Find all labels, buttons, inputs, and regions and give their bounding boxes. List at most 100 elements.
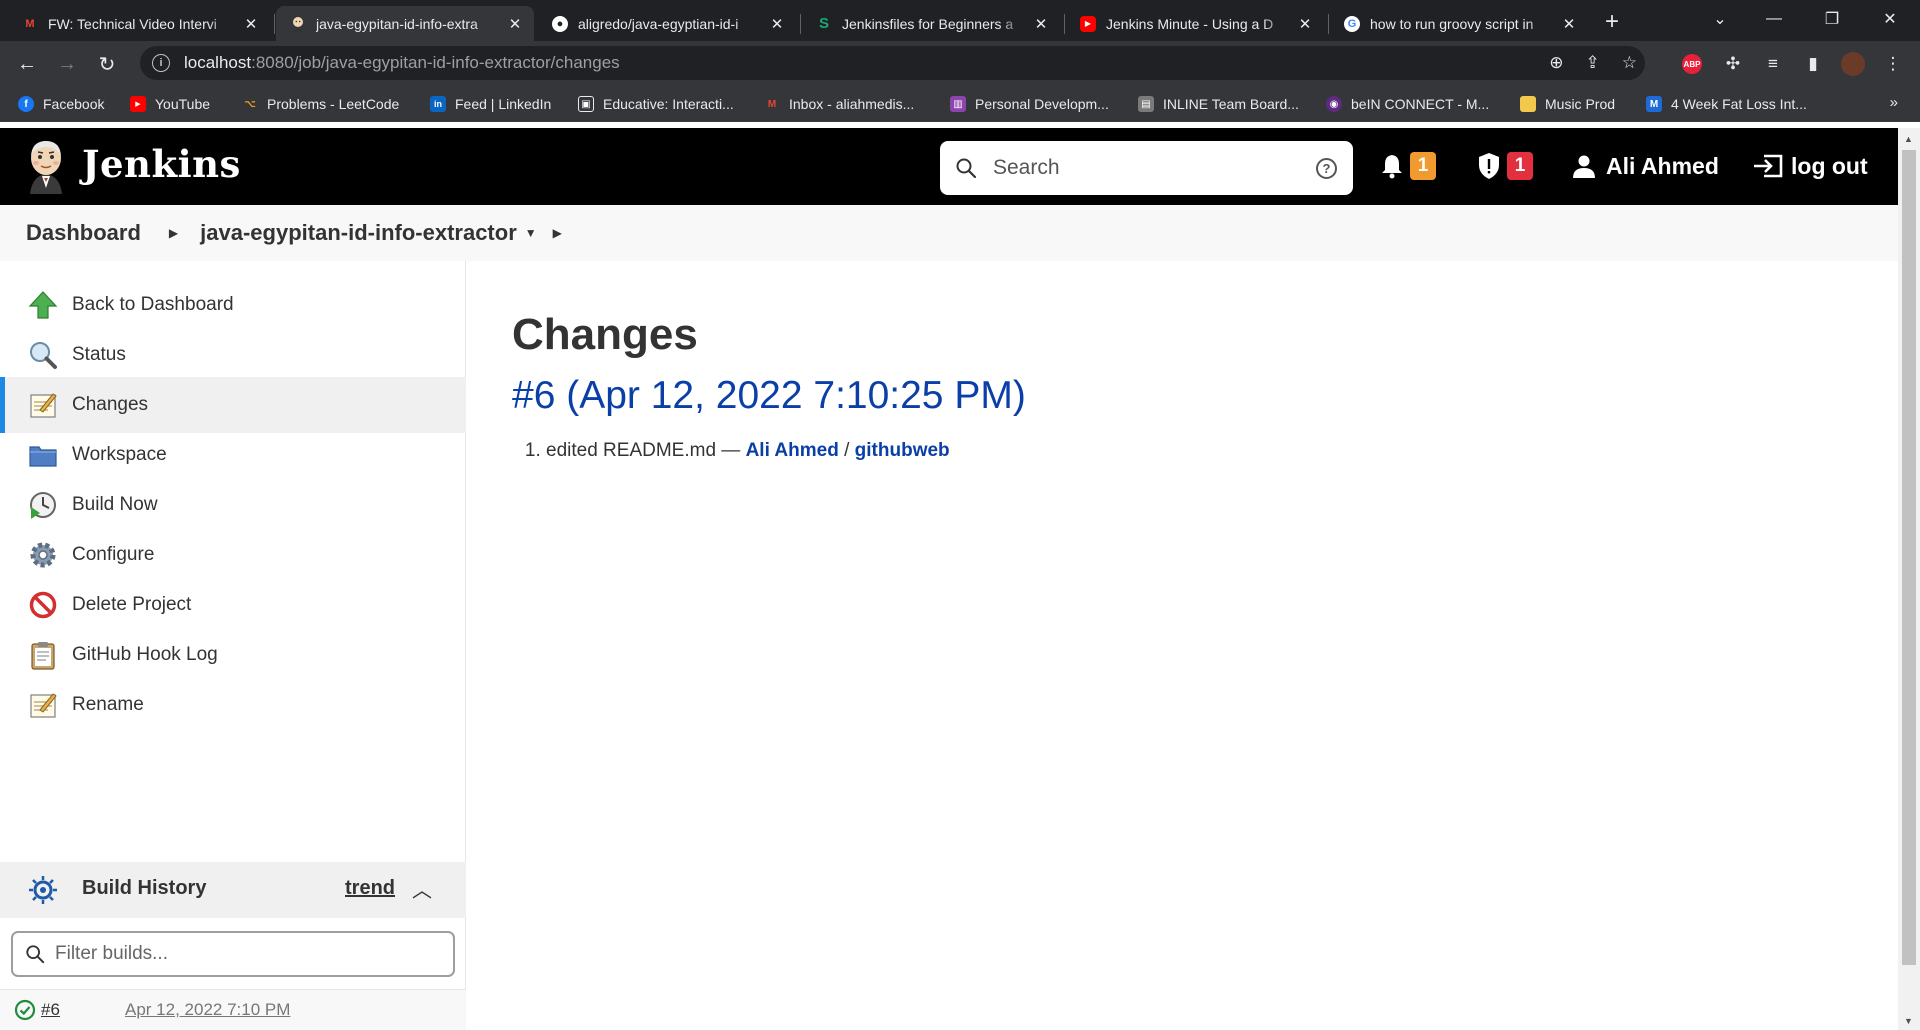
help-icon[interactable]: ? (1316, 158, 1337, 179)
jenkins-header: Jenkins ? 1 1 Ali Ahmed log out (0, 128, 1898, 205)
gmail-icon: M (767, 98, 777, 110)
user-link[interactable]: Ali Ahmed (1572, 146, 1719, 186)
task-build-now[interactable]: Build Now (0, 477, 466, 533)
bookmark-educative[interactable]: ▣ Educative: Interacti... (578, 94, 734, 114)
site-info-icon[interactable]: i (152, 54, 170, 72)
trend-link[interactable]: trend (345, 877, 395, 900)
tab-title: java-egypitan-id-info-extra (316, 15, 478, 32)
main-panel: Changes #6 (Apr 12, 2022 7:10:25 PM) edi… (512, 310, 1026, 462)
extensions-puzzle-icon[interactable]: ✣ (1720, 51, 1746, 77)
bookmark-gmail[interactable]: M Inbox - aliahmedis... (764, 94, 914, 114)
browser-tab[interactable]: S Jenkinsfiles for Beginners a ✕ (802, 6, 1060, 41)
jenkins-title[interactable]: Jenkins (82, 142, 241, 186)
folder-icon (1520, 96, 1536, 112)
bookmark-leetcode[interactable]: ⌥ Problems - LeetCode (242, 94, 399, 114)
close-icon[interactable]: ✕ (506, 15, 524, 33)
reload-icon[interactable]: ↻ (92, 49, 122, 79)
close-icon[interactable]: ✕ (768, 15, 786, 33)
task-status[interactable]: Status (0, 327, 466, 383)
build-row: #6 Apr 12, 2022 7:10 PM (0, 989, 466, 1030)
address-bar[interactable]: i localhost:8080/job/java-egypitan-id-in… (140, 46, 1645, 80)
close-window-button[interactable]: ✕ (1864, 0, 1916, 38)
bookmark-facebook[interactable]: f Facebook (18, 94, 104, 114)
chevron-down-icon[interactable]: ▼ (525, 226, 537, 240)
task-delete-project[interactable]: Delete Project (0, 577, 466, 633)
filter-builds-box[interactable] (11, 931, 455, 977)
media-control-icon[interactable]: ≡ (1760, 51, 1786, 77)
back-icon[interactable]: ← (12, 49, 42, 79)
side-panel-icon[interactable]: ▮ (1800, 51, 1826, 77)
close-icon[interactable]: ✕ (1560, 15, 1578, 33)
bookmark-fat-loss[interactable]: M4 Week Fat Loss Int... (1646, 94, 1807, 114)
bookmarks-bar: f Facebook ▶ YouTube ⌥ Problems - LeetCode … (0, 86, 1920, 122)
folder-icon (29, 446, 57, 467)
up-arrow-icon (28, 291, 58, 319)
task-changes[interactable]: Changes (0, 377, 466, 433)
zoom-icon[interactable]: ⊕ (1549, 53, 1563, 73)
minimize-button[interactable]: — (1748, 0, 1800, 38)
bookmark-linkedin[interactable]: in Feed | LinkedIn (430, 94, 551, 114)
task-back-to-dashboard[interactable]: Back to Dashboard (0, 277, 466, 333)
breadcrumb: Dashboard ▶ java-egypitan-id-info-extrac… (0, 205, 1898, 261)
bookmark-trello[interactable]: ▥ Personal Developm... (950, 94, 1109, 114)
tab-search-icon[interactable]: ⌄ (1694, 0, 1746, 38)
notifications-button[interactable]: 1 (1380, 146, 1436, 186)
search-input[interactable] (993, 156, 1293, 180)
clipboard-icon (31, 642, 55, 670)
githubweb-link[interactable]: githubweb (855, 440, 950, 461)
github-icon: ● (552, 15, 568, 32)
browser-tab[interactable]: ● aligredo/java-egyptian-id-i ✕ (538, 6, 796, 41)
close-icon[interactable]: ✕ (242, 15, 260, 33)
tab-divider (1064, 14, 1065, 34)
new-tab-button[interactable]: + (1598, 8, 1626, 36)
tab-title: aligredo/java-egyptian-id-i (578, 15, 739, 32)
adblock-plus-icon[interactable]: ABP (1682, 54, 1702, 74)
build-date-link[interactable]: Apr 12, 2022 7:10 PM (125, 1000, 290, 1020)
task-github-hook-log[interactable]: GitHub Hook Log (0, 627, 466, 683)
clock-play-icon (30, 492, 56, 519)
bookmark-inline[interactable]: ▤ INLINE Team Board... (1138, 94, 1299, 114)
more-bookmarks-icon[interactable]: » (1890, 94, 1898, 111)
chevron-up-icon[interactable]: ︿ (412, 874, 432, 903)
profile-avatar[interactable] (1840, 51, 1866, 77)
scrollbar-thumb[interactable] (1902, 150, 1916, 965)
search-box[interactable]: ? (940, 141, 1353, 195)
jenkins-logo[interactable] (24, 138, 68, 194)
browser-tab[interactable]: ▶ Jenkins Minute - Using a D ✕ (1066, 6, 1324, 41)
breadcrumb-dashboard[interactable]: Dashboard (26, 220, 141, 246)
bookmark-music-prod[interactable]: Music Prod (1520, 94, 1615, 114)
tab-title: FW: Technical Video Intervi (48, 15, 217, 32)
scroll-down-icon[interactable]: ▼ (1904, 1016, 1913, 1026)
breadcrumb-job[interactable]: java-egypitan-id-info-extractor (200, 220, 517, 246)
youtube-icon: ▶ (130, 96, 146, 112)
security-button[interactable]: 1 (1477, 146, 1533, 186)
chevron-right-icon[interactable]: ▶ (553, 226, 562, 240)
logout-link[interactable]: log out (1753, 146, 1868, 186)
educative-icon: ▣ (578, 96, 594, 112)
tab-divider (1328, 14, 1329, 34)
browser-menu-icon[interactable]: ⋮ (1880, 51, 1906, 77)
share-icon[interactable]: ⇪ (1586, 53, 1600, 73)
author-link[interactable]: Ali Ahmed (746, 440, 839, 461)
tab-title: Jenkins Minute - Using a D (1106, 15, 1274, 32)
restore-button[interactable]: ❐ (1806, 0, 1858, 38)
browser-tab-active[interactable]: java-egypitan-id-info-extra ✕ (276, 6, 534, 41)
browser-tab[interactable]: G how to run groovy script in ✕ (1330, 6, 1588, 41)
chevron-right-icon[interactable]: ▶ (169, 226, 178, 240)
task-workspace[interactable]: Workspace (0, 427, 466, 483)
browser-tab[interactable]: M FW: Technical Video Intervi ✕ (8, 6, 270, 41)
bookmark-youtube[interactable]: ▶ YouTube (130, 94, 210, 114)
forward-icon[interactable]: → (52, 49, 82, 79)
task-rename[interactable]: Rename (0, 677, 466, 733)
tab-divider (800, 14, 801, 34)
task-configure[interactable]: Configure (0, 527, 466, 583)
close-icon[interactable]: ✕ (1032, 15, 1050, 33)
close-icon[interactable]: ✕ (1296, 15, 1314, 33)
vertical-scrollbar[interactable]: ▲ ▼ (1898, 128, 1920, 1030)
filter-builds-input[interactable] (55, 943, 435, 965)
bookmark-star-icon[interactable]: ☆ (1622, 53, 1637, 73)
build-number-link[interactable]: #6 (41, 1000, 60, 1020)
change-message: edited README.md — (546, 440, 746, 461)
bookmark-bein[interactable]: ◉ beIN CONNECT - M... (1326, 94, 1489, 114)
scroll-up-icon[interactable]: ▲ (1904, 134, 1913, 144)
